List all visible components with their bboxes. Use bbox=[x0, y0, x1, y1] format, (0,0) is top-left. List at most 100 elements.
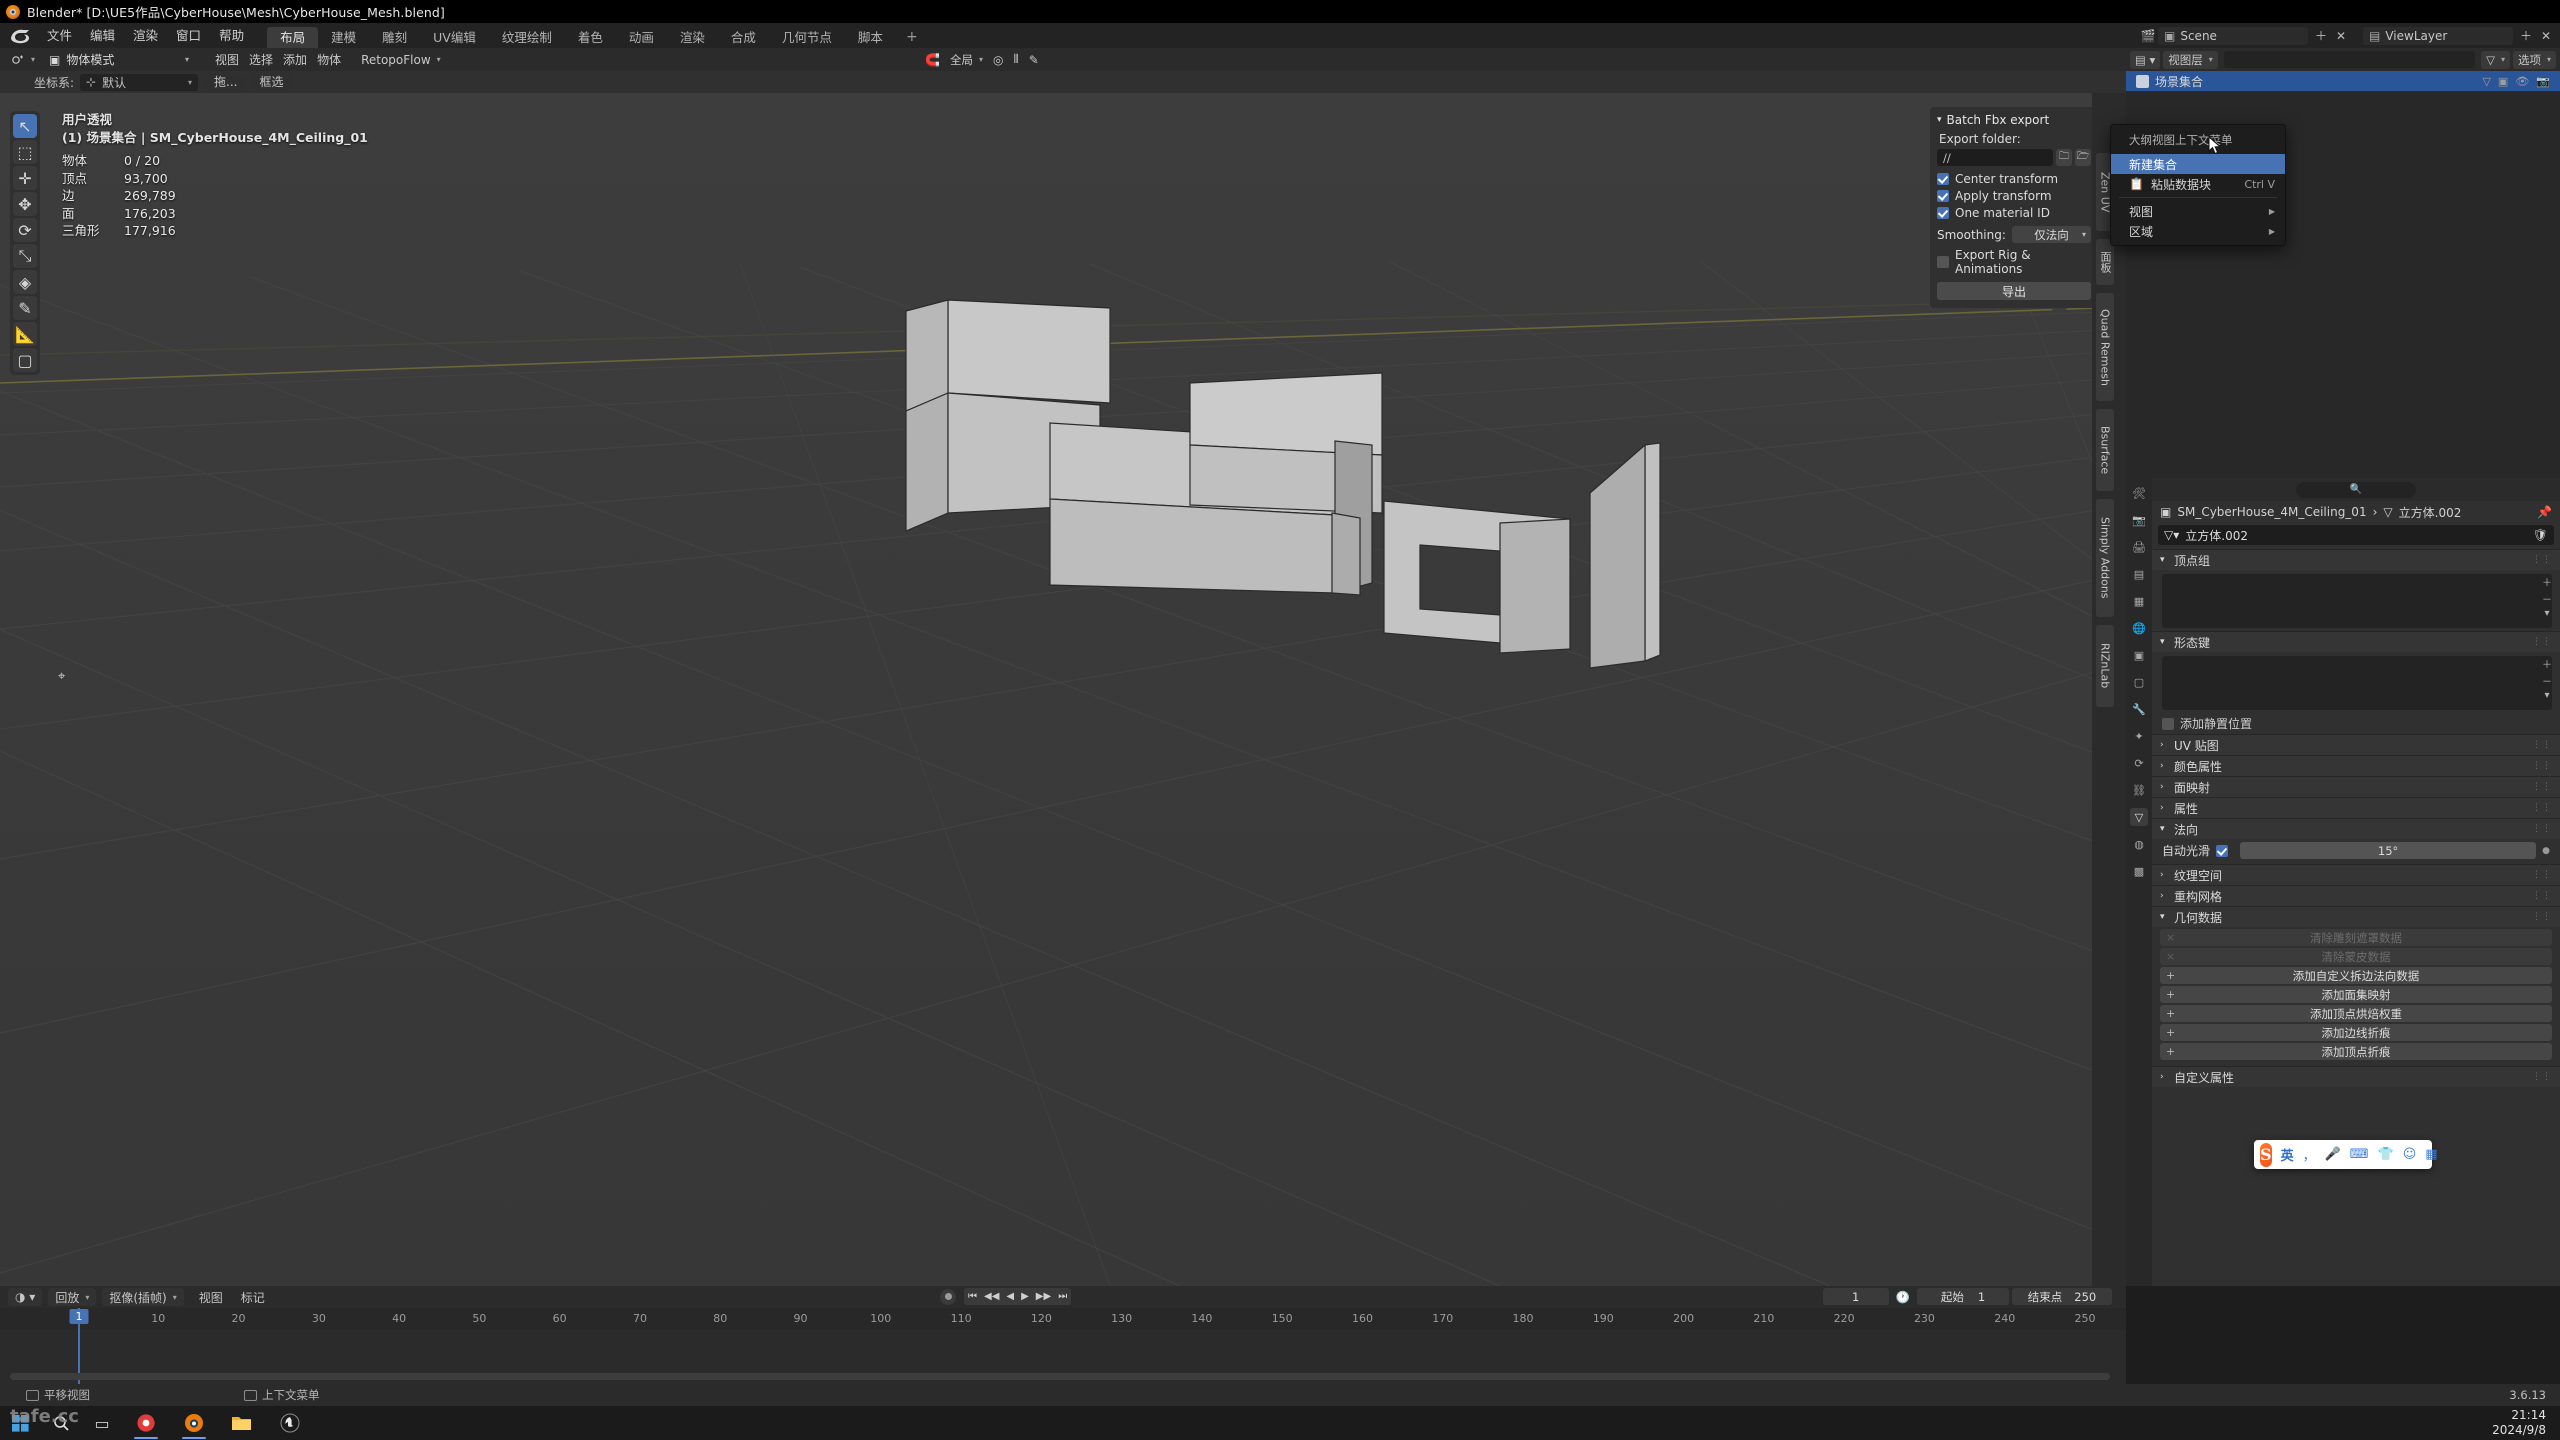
panel-header-remesh[interactable]: › 重构网格 ⋮⋮ bbox=[2152, 886, 2560, 906]
viewport-menu-retopoflow[interactable]: RetopoFlow ▾ bbox=[356, 50, 446, 69]
jump-end-icon[interactable]: ⏭ bbox=[1058, 1291, 1067, 1302]
export-folder-input[interactable]: // bbox=[1937, 149, 2053, 166]
menu-file[interactable]: 文件 bbox=[38, 23, 81, 48]
clock-icon[interactable]: 🕐 bbox=[1892, 1290, 1914, 1304]
snap-mode-selector[interactable]: 全局 ▾ bbox=[945, 51, 988, 69]
next-keyframe-icon[interactable]: ▶▶ bbox=[1036, 1291, 1051, 1302]
start-frame-field[interactable]: 起始 1 bbox=[1917, 1288, 2009, 1305]
properties-tab-tool[interactable]: 🛠 bbox=[2130, 484, 2148, 502]
transform-orientation-field[interactable]: ⊹ 默认 ▾ bbox=[80, 73, 199, 91]
properties-tab-modifiers[interactable]: 🔧 bbox=[2130, 700, 2148, 718]
context-menu-item-view[interactable]: 视图 ▶ bbox=[2111, 201, 2285, 221]
emoji-icon[interactable]: ☺ bbox=[2403, 1147, 2417, 1162]
scene-browse-icon[interactable]: 🎬 bbox=[2138, 27, 2158, 45]
tool-rotate-icon[interactable]: ⟳ bbox=[13, 218, 37, 242]
filter-icon[interactable]: ▽ bbox=[2482, 75, 2490, 88]
mesh-datablock-name-field[interactable]: ▽▾ 立方体.002 🛡 bbox=[2158, 525, 2554, 545]
screen-icon[interactable]: ▣ bbox=[2498, 75, 2508, 88]
workspace-tab-rendering[interactable]: 渲染 bbox=[667, 27, 718, 48]
blender-menu-icon[interactable] bbox=[9, 27, 31, 44]
outliner-filter-button[interactable]: ▽ ▾ bbox=[2481, 50, 2510, 69]
sidebar-tab-simplyaddons[interactable]: Simply Addons bbox=[2096, 499, 2114, 617]
properties-tab-material[interactable]: ◍ bbox=[2130, 835, 2148, 853]
outliner-search-input[interactable] bbox=[2223, 51, 2476, 68]
menu-edit[interactable]: 编辑 bbox=[81, 23, 124, 48]
viewport-menu-object[interactable]: 物体 bbox=[312, 51, 346, 69]
outliner-editor-type-icon[interactable]: ▤ ▾ bbox=[2130, 50, 2161, 69]
tool-transform-icon[interactable]: ◈ bbox=[13, 270, 37, 294]
folder-open-icon[interactable]: 🗁 bbox=[2075, 149, 2091, 166]
properties-tab-world[interactable]: 🌐 bbox=[2130, 619, 2148, 637]
tool-boxselect-button[interactable]: 框选 bbox=[251, 73, 292, 91]
viewport-menu-view[interactable]: 视图 bbox=[210, 51, 244, 69]
panel-header-color-attributes[interactable]: › 颜色属性 ⋮⋮ bbox=[2152, 756, 2560, 776]
interaction-mode-selector[interactable]: ▣ 物体模式 ▾ bbox=[44, 50, 195, 69]
shield-icon[interactable]: 🛡 bbox=[2533, 528, 2548, 542]
checkbox-add-rest-position[interactable] bbox=[2162, 717, 2174, 730]
properties-tab-physics[interactable]: ⟳ bbox=[2130, 754, 2148, 772]
menu-render[interactable]: 渲染 bbox=[124, 23, 167, 48]
eye-icon[interactable]: 👁 bbox=[2515, 75, 2529, 88]
viewlayer-selector[interactable]: ▤ ViewLayer bbox=[2363, 26, 2513, 45]
menu-help[interactable]: 帮助 bbox=[210, 23, 253, 48]
taskview-icon[interactable]: ▭ bbox=[82, 1406, 122, 1440]
outliner-options-button[interactable]: 选项 ▾ bbox=[2512, 50, 2556, 69]
skin-icon[interactable]: 👕 bbox=[2378, 1147, 2394, 1162]
checkbox-one-material-id[interactable] bbox=[1937, 207, 1949, 219]
taskbar-app-explorer[interactable] bbox=[218, 1406, 266, 1440]
auto-smooth-angle-field[interactable]: 15° bbox=[2240, 842, 2537, 859]
panel-header-shape-keys[interactable]: ▾ 形态键 ⋮⋮ bbox=[2152, 632, 2560, 652]
workspace-tab-modeling[interactable]: 建模 bbox=[318, 27, 369, 48]
vertex-groups-list[interactable]: ＋ － ▾ bbox=[2162, 574, 2552, 628]
sidebar-tab-panel[interactable]: 面板 bbox=[2096, 239, 2114, 285]
context-menu-item-area[interactable]: 区域 ▶ bbox=[2111, 221, 2285, 241]
geo-button-add-vertex-bevel-weight[interactable]: + 添加顶点烘焙权重 bbox=[2160, 1005, 2552, 1022]
workspace-tab-uvediting[interactable]: UV编辑 bbox=[420, 27, 489, 48]
keyboard-icon[interactable]: ⌨ bbox=[2350, 1147, 2369, 1162]
checkbox-export-rig[interactable] bbox=[1937, 256, 1949, 268]
3d-viewport[interactable]: ↖ ⬚ ✛ ✥ ⟳ ⤡ ◈ ✎ 📐 ▢ 用户透视 (1) 场景集合 | SM_C… bbox=[0, 93, 2126, 1286]
panel-header-batch-fbx[interactable]: ▾ Batch Fbx export bbox=[1937, 113, 2091, 127]
checkbox-row-one-material-id[interactable]: One material ID bbox=[1937, 206, 2091, 220]
jump-start-icon[interactable]: ⏮ bbox=[968, 1291, 977, 1302]
punctuation-icon[interactable]: ， bbox=[2303, 1145, 2316, 1164]
tool-measure-icon[interactable]: 📐 bbox=[13, 322, 37, 346]
end-frame-field[interactable]: 结束点 250 bbox=[2012, 1288, 2112, 1305]
folder-browse-icon[interactable]: 🗀 bbox=[2056, 149, 2072, 166]
editor-type-selector[interactable]: ▾ bbox=[6, 51, 40, 69]
checkbox-apply-transform[interactable] bbox=[1937, 190, 1949, 202]
taskbar-app-recorder[interactable] bbox=[122, 1406, 170, 1440]
proportional-edit-icon[interactable]: ◎ bbox=[988, 51, 1008, 69]
geo-button-add-face-set[interactable]: + 添加面集映射 bbox=[2160, 986, 2552, 1003]
menu-window[interactable]: 窗口 bbox=[167, 23, 210, 48]
smoothing-dropdown[interactable]: 仅法向 ▾ bbox=[2011, 226, 2091, 243]
workspace-tab-geometrynodes[interactable]: 几何节点 bbox=[769, 27, 845, 48]
viewport-menu-select[interactable]: 选择 bbox=[244, 51, 278, 69]
viewlayer-new-icon[interactable]: ＋ bbox=[2516, 27, 2536, 45]
export-button[interactable]: 导出 bbox=[1937, 282, 2091, 300]
auto-keying-icon[interactable] bbox=[940, 1288, 956, 1305]
workspace-tab-scripting[interactable]: 脚本 bbox=[845, 27, 896, 48]
geo-button-add-custom-split-normals[interactable]: + 添加自定义拆边法向数据 bbox=[2160, 967, 2552, 984]
taskbar-app-blender[interactable] bbox=[170, 1406, 218, 1440]
timeline-keying-menu[interactable]: 抠像(插帧) ▾ bbox=[102, 1288, 184, 1306]
checkbox-center-transform[interactable] bbox=[1937, 173, 1949, 185]
properties-tab-viewlayer[interactable]: ▤ bbox=[2130, 565, 2148, 583]
taskbar-app-unreal[interactable] bbox=[266, 1406, 314, 1440]
sidebar-tab-riznlab[interactable]: RIZnLab bbox=[2096, 625, 2114, 707]
add-icon[interactable]: ＋ bbox=[2542, 574, 2552, 589]
tool-cursor-icon[interactable]: ✛ bbox=[13, 166, 37, 190]
mirror-x-icon[interactable]: ⦀ bbox=[1008, 51, 1023, 69]
outliner-row-scene-collection[interactable]: 场景集合 ▽ ▣ 👁 📷 bbox=[2126, 71, 2560, 91]
panel-header-custom-properties[interactable]: › 自定义属性 ⋮⋮ bbox=[2152, 1067, 2560, 1087]
chevron-down-icon[interactable]: ▾ bbox=[2544, 690, 2549, 701]
timeline-editor-type-icon[interactable]: ◑ ▾ bbox=[8, 1288, 43, 1306]
properties-tab-output[interactable]: 🖨 bbox=[2130, 538, 2148, 556]
properties-tab-render[interactable]: 📷 bbox=[2130, 511, 2148, 529]
tool-annotate-icon[interactable]: ✎ bbox=[13, 296, 37, 320]
sidebar-tab-quadremesh[interactable]: Quad Remesh bbox=[2096, 293, 2114, 401]
toolbox-icon[interactable]: ▦ bbox=[2425, 1147, 2437, 1162]
remove-icon[interactable]: － bbox=[2542, 673, 2552, 688]
timeline-marker-menu[interactable]: 标记 bbox=[232, 1289, 274, 1306]
context-menu-item-new-collection[interactable]: 新建集合 bbox=[2111, 154, 2285, 174]
